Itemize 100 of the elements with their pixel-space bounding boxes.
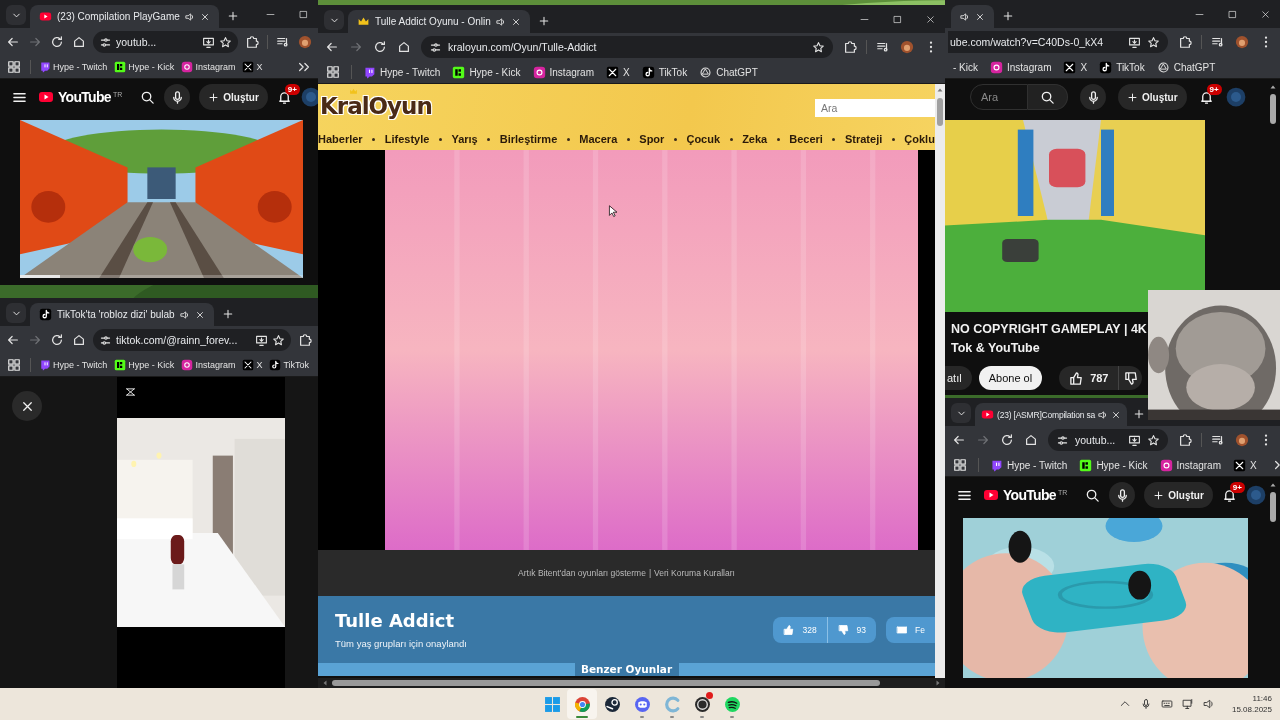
playlist-icon[interactable] <box>1211 433 1225 447</box>
create-button[interactable]: Oluştur <box>199 84 268 110</box>
bookmark[interactable]: Hype - Kick <box>112 359 177 371</box>
tab-search-button[interactable] <box>6 303 26 323</box>
scrollbar-thumb[interactable] <box>1270 94 1276 124</box>
home-icon[interactable] <box>72 35 86 49</box>
scroll-up-icon[interactable] <box>1269 83 1277 91</box>
close-icon[interactable] <box>925 14 936 25</box>
speaker-icon[interactable] <box>184 11 195 22</box>
play-logo-icon[interactable] <box>981 487 1001 503</box>
install-icon[interactable] <box>255 333 268 347</box>
bookmark[interactable]: Instagram <box>1155 458 1225 472</box>
close-button[interactable] <box>12 391 42 421</box>
back-icon[interactable] <box>6 35 20 49</box>
join-button[interactable]: atıl <box>945 366 972 390</box>
search-field[interactable]: Ara <box>970 84 1028 110</box>
category-link[interactable]: Macera <box>579 133 618 145</box>
avatar-icon[interactable] <box>1235 35 1249 49</box>
close-icon[interactable] <box>194 309 205 320</box>
tab-search-button[interactable] <box>6 5 26 25</box>
category-link[interactable]: Birleştirme <box>499 133 558 145</box>
speaker-icon[interactable] <box>960 11 970 22</box>
category-link[interactable]: Lifestyle <box>384 133 430 145</box>
create-button[interactable]: Oluştur <box>1118 84 1187 110</box>
home-icon[interactable] <box>397 40 411 54</box>
bookmark[interactable]: ChatGPT <box>1152 60 1220 74</box>
home-icon[interactable] <box>1024 433 1038 447</box>
voice-search-button[interactable] <box>164 84 191 110</box>
browser-tab[interactable]: Tulle Addict Oyunu - Onlin <box>348 10 530 33</box>
apps-grid-icon[interactable] <box>7 358 21 372</box>
bookmark[interactable]: - Kick <box>949 61 982 73</box>
browser-tab[interactable]: TikTok'ta 'robloz dizi' bulab <box>30 303 214 326</box>
bookmark[interactable]: TikTok <box>1095 60 1149 74</box>
bookmark[interactable]: Instagram <box>986 60 1056 74</box>
bookmark[interactable]: Hype - Kick <box>448 65 525 79</box>
puzzle-icon[interactable] <box>843 40 857 54</box>
close-icon[interactable] <box>975 11 985 22</box>
site-info-icon[interactable] <box>99 333 112 347</box>
progress-bar[interactable] <box>20 275 303 278</box>
star-icon[interactable] <box>219 35 232 49</box>
apps-grid-icon[interactable] <box>953 458 967 472</box>
category-link[interactable]: Zeka <box>742 133 768 145</box>
puzzle-icon[interactable] <box>298 333 312 347</box>
apps-grid-icon[interactable] <box>7 60 21 74</box>
bookmark[interactable]: Instagram <box>179 359 238 371</box>
plus-icon[interactable] <box>221 308 234 320</box>
bookmark[interactable]: TikTok <box>267 359 312 371</box>
close-icon[interactable] <box>199 11 210 22</box>
install-icon[interactable] <box>202 35 215 49</box>
search-icon[interactable] <box>140 89 156 105</box>
apps-grid-icon[interactable] <box>326 65 340 79</box>
maximize-icon[interactable] <box>892 14 903 25</box>
address-bar[interactable]: ube.com/watch?v=C40Ds-0_kX4 <box>948 31 1168 53</box>
scroll-up-icon[interactable] <box>936 86 944 94</box>
bookmark[interactable]: TikTok <box>637 65 692 79</box>
playlist-icon[interactable] <box>1211 35 1225 49</box>
more-icon[interactable] <box>297 60 311 74</box>
home-icon[interactable] <box>72 333 86 347</box>
dislike-button[interactable] <box>1118 366 1143 390</box>
bookmark[interactable]: X <box>1229 458 1261 472</box>
category-link[interactable]: Beceri <box>789 133 823 145</box>
site-info-icon[interactable] <box>1056 433 1069 447</box>
playlist-icon[interactable] <box>876 40 890 54</box>
back-icon[interactable] <box>952 433 966 447</box>
install-icon[interactable] <box>1128 433 1141 447</box>
bookmark[interactable]: Hype - Twitch <box>986 458 1072 472</box>
scrollbar-thumb[interactable] <box>332 680 880 686</box>
bookmark[interactable]: Hype - Kick <box>112 61 177 73</box>
browser-tab[interactable]: (23) [ASMR]Compilation sa <box>975 403 1127 426</box>
bookmark[interactable]: Instagram <box>179 61 238 73</box>
category-link[interactable]: Spor <box>639 133 665 145</box>
keyboard-icon[interactable] <box>1160 698 1173 710</box>
scroll-up-icon[interactable] <box>1269 481 1277 489</box>
bookmark[interactable]: Hype - Kick <box>1075 458 1152 472</box>
back-icon[interactable] <box>325 40 339 54</box>
clock[interactable]: 11:46 15.08.2025 <box>1231 693 1272 715</box>
close-icon[interactable] <box>510 16 521 27</box>
scrollbar[interactable] <box>935 84 945 678</box>
site-info-icon[interactable] <box>99 35 112 49</box>
category-link[interactable]: Çoklu <box>904 133 935 145</box>
star-icon[interactable] <box>1147 35 1160 49</box>
create-button[interactable]: Oluştur <box>1144 482 1213 508</box>
avatar-icon[interactable] <box>1225 87 1246 107</box>
close-icon[interactable] <box>1260 9 1271 20</box>
logo-text[interactable]: YouTube <box>58 89 111 105</box>
plus-icon[interactable] <box>1133 408 1145 420</box>
tab-search-button[interactable] <box>951 403 971 423</box>
bookmark[interactable]: Instagram <box>528 65 598 79</box>
close-icon[interactable] <box>1111 409 1121 420</box>
browser-tab[interactable]: (23) Compilation PlayGame <box>30 5 219 28</box>
plus-icon[interactable] <box>537 15 550 27</box>
footer-link[interactable]: Artık Bitent'dan oyunları gösterme <box>518 568 646 578</box>
speaker-icon[interactable] <box>1098 409 1108 420</box>
tab-search-button[interactable] <box>324 10 344 30</box>
search-icon[interactable] <box>1085 487 1101 503</box>
mic-icon[interactable] <box>1139 698 1152 710</box>
bookmark[interactable]: Hype - Twitch <box>359 65 445 79</box>
speaker-icon[interactable] <box>495 16 506 27</box>
avatar-icon[interactable] <box>1235 433 1249 447</box>
category-link[interactable]: Çocuk <box>686 133 721 145</box>
